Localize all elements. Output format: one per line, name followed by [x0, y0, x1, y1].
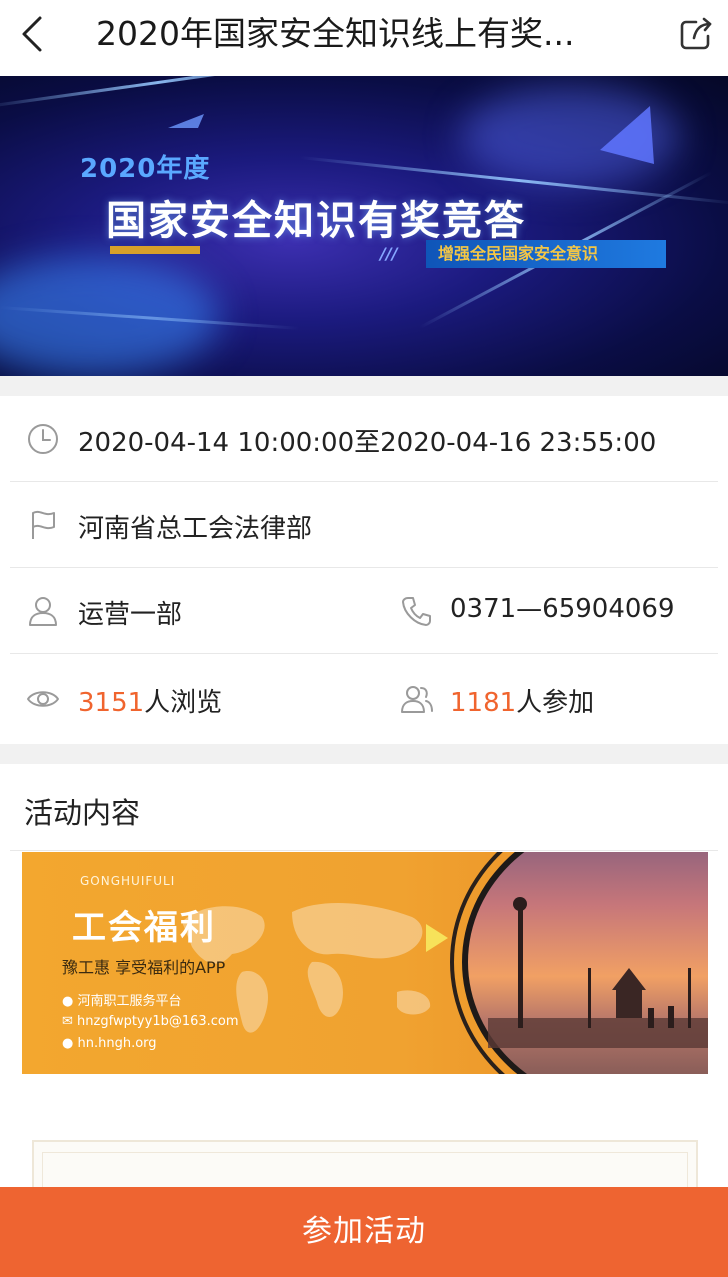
banner-decoration-shape — [600, 106, 654, 164]
banner-tagline: 增强全民国家安全意识 — [426, 240, 666, 268]
banner-year: 2020年度 — [80, 154, 211, 184]
participants-count-text: 1181人参加 — [450, 682, 594, 719]
clock-icon — [28, 424, 58, 454]
event-banner: 2020年度 国家安全知识有奖竞答 /// 增强全民国家安全意识 — [0, 76, 728, 376]
pier-silhouette — [488, 897, 708, 1048]
nav-bar: 2020年国家安全知识线上有奖... — [0, 0, 728, 76]
banner-accent-bar — [110, 246, 200, 254]
banner-slashes: /// — [380, 244, 398, 263]
event-time-row: 2020-04-14 10:00:00至2020-04-16 23:55:00 — [10, 396, 718, 482]
join-activity-button[interactable]: 参加活动 — [0, 1187, 728, 1277]
contact-row: 运营一部 0371—65904069 — [10, 568, 718, 654]
contact-phone[interactable]: 0371—65904069 — [450, 594, 675, 624]
ad-subtitle: GONGHUIFULI — [80, 874, 176, 888]
organizer-row: 河南省总工会法律部 — [10, 482, 718, 568]
ad-platform-line: ● 河南职工服务平台 — [62, 990, 182, 1009]
views-count: 3151 — [78, 688, 145, 718]
contact-name: 运营一部 — [78, 600, 183, 630]
organizer-name: 河南省总工会法律部 — [78, 514, 313, 544]
ad-title: 工会福利 — [72, 908, 216, 948]
eye-icon — [27, 691, 59, 707]
pier-sunset-photo — [462, 852, 708, 1074]
banner-headline: 国家安全知识有奖竞答 — [106, 198, 526, 244]
location-pin-icon: ● — [62, 994, 74, 1009]
ad-platform: 河南职工服务平台 — [77, 994, 182, 1009]
ad-slogan: 豫工惠 享受福利的APP — [62, 958, 226, 977]
section-divider — [0, 744, 728, 764]
globe-icon: ● — [62, 1036, 74, 1051]
yellow-triangle-decoration — [426, 924, 448, 952]
page-title: 2020年国家安全知识线上有奖... — [96, 14, 575, 53]
views-count-text: 3151人浏览 — [78, 682, 222, 719]
ad-email-line: ✉ hnzgfwptyy1b@163.com — [62, 1014, 239, 1029]
activity-content-title: 活动内容 — [24, 796, 141, 830]
back-arrow-icon[interactable] — [14, 14, 54, 54]
participants-suffix: 人参加 — [516, 688, 595, 718]
stats-row: 3151人浏览 1181人参加 — [10, 654, 718, 744]
ad-site: hn.hngh.org — [77, 1036, 157, 1051]
participants-icon — [401, 686, 433, 713]
mail-icon: ✉ — [62, 1014, 73, 1029]
banner-decoration-shape — [168, 114, 204, 128]
views-suffix: 人浏览 — [144, 688, 223, 718]
ad-email: hnzgfwptyy1b@163.com — [77, 1014, 239, 1029]
section-divider — [0, 376, 728, 396]
union-benefits-ad-image[interactable]: GONGHUIFULI 工会福利 豫工惠 享受福利的APP ● 河南职工服务平台… — [22, 852, 708, 1074]
ad-site-line: ● hn.hngh.org — [62, 1036, 157, 1051]
person-icon — [29, 597, 57, 626]
phone-icon[interactable] — [400, 594, 434, 628]
share-icon[interactable] — [676, 14, 716, 54]
divider — [10, 850, 718, 851]
event-time: 2020-04-14 10:00:00至2020-04-16 23:55:00 — [78, 428, 657, 458]
participants-count: 1181 — [450, 688, 517, 718]
flag-icon — [32, 510, 55, 539]
